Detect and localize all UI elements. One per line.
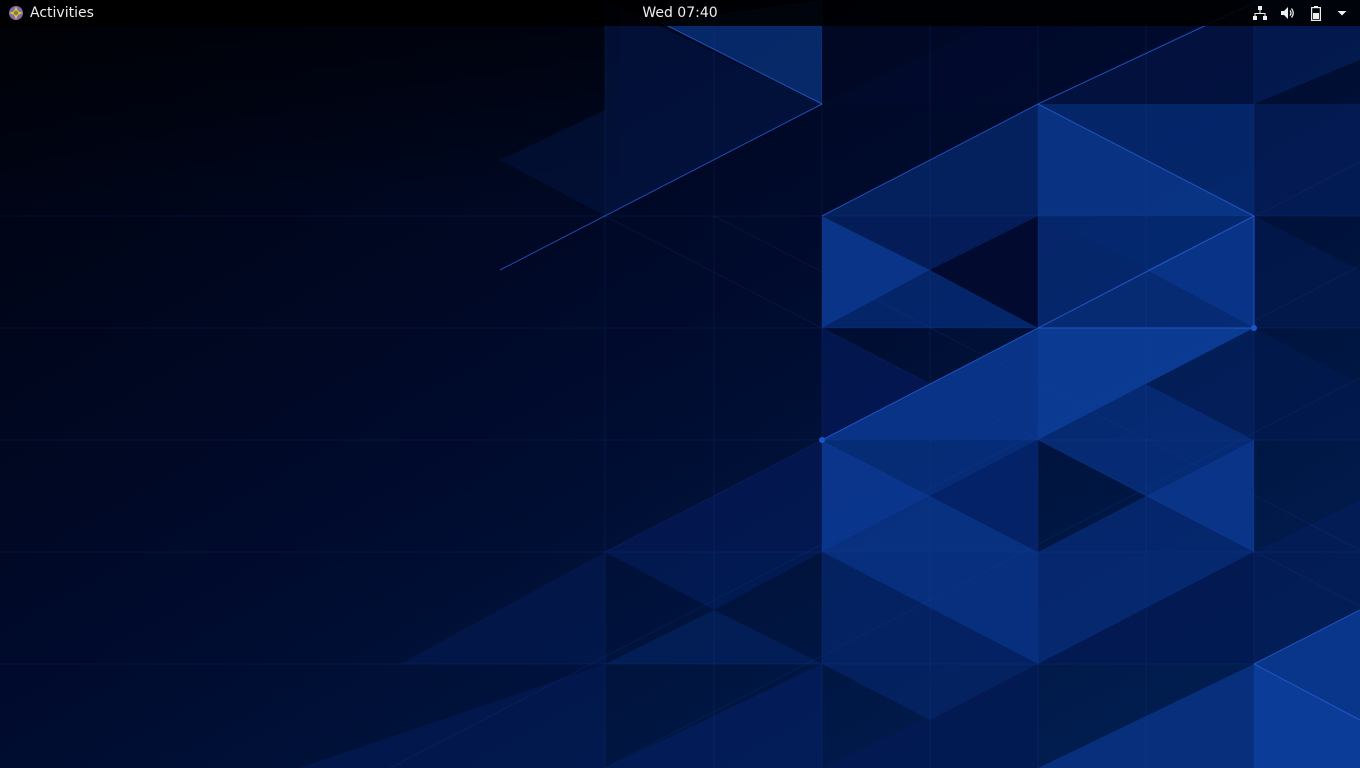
network-wired-icon: [1253, 6, 1267, 20]
battery-icon: [1310, 6, 1322, 21]
system-menu-arrow-icon: [1337, 11, 1347, 16]
distro-logo-icon: [9, 6, 23, 20]
activities-button[interactable]: Activities: [8, 0, 94, 26]
clock-area: Wed 07:40: [0, 0, 1360, 26]
system-status-menu[interactable]: [1252, 0, 1348, 26]
desktop: Activities Wed 07:40: [0, 0, 1360, 768]
clock-button[interactable]: Wed 07:40: [642, 5, 717, 21]
activities-label: Activities: [30, 5, 94, 21]
top-bar: Activities Wed 07:40: [0, 0, 1360, 26]
desktop-wallpaper: [0, 0, 1360, 768]
volume-icon: [1281, 7, 1294, 19]
